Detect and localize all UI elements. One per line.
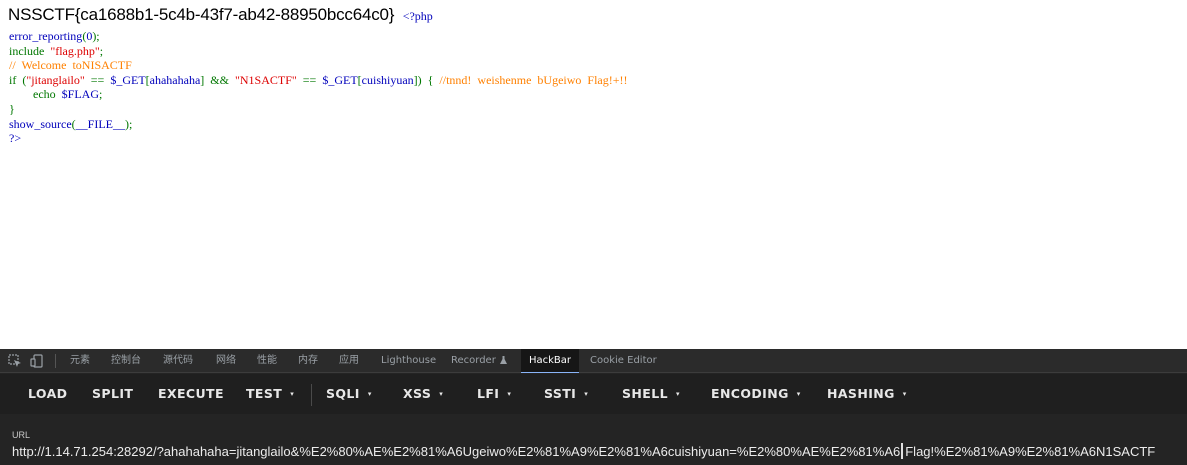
code-token: __FILE__ xyxy=(75,116,125,131)
chevron-down-icon: ▾ xyxy=(367,390,372,398)
chevron-down-icon: ▾ xyxy=(507,390,512,398)
test-menu[interactable]: TEST ▾ xyxy=(246,374,294,414)
tab-cookie-editor[interactable]: Cookie Editor xyxy=(590,349,657,373)
code-token: ?> xyxy=(9,131,22,146)
code-token: } xyxy=(9,101,15,116)
code-line: if ("jitanglailo" == $_GET[ahahahaha] &&… xyxy=(9,73,627,88)
flag-line: NSSCTF{ca1688b1-5c4b-43f7-ab42-88950bcc6… xyxy=(8,5,433,25)
chevron-down-icon: ▾ xyxy=(584,390,589,398)
code-token: == xyxy=(84,72,111,87)
hackbar-toolbar: LOAD SPLIT EXECUTE TEST ▾ SQLI ▾ XSS ▾ LFI ▾… xyxy=(0,374,1187,414)
flag-output: NSSCTF{ca1688b1-5c4b-43f7-ab42-88950bcc6… xyxy=(8,5,395,24)
execute-button[interactable]: EXECUTE xyxy=(158,374,224,414)
code-token: include xyxy=(9,43,51,58)
split-button[interactable]: SPLIT xyxy=(92,374,133,414)
load-button-label: LOAD xyxy=(28,386,68,401)
code-token: //tnnd! weishenme bUgeiwo Flag!+!! xyxy=(439,72,628,87)
url-text-after-caret: Flag!%E2%81%A9%E2%81%A6N1SACTF xyxy=(905,444,1156,459)
inspect-element-icon[interactable] xyxy=(8,354,22,368)
code-line: include "flag.php"; xyxy=(9,44,627,59)
sqli-menu-label: SQLI xyxy=(326,386,360,401)
code-token: ; xyxy=(99,43,104,58)
tab-sources[interactable]: 源代码 xyxy=(163,349,193,373)
chevron-down-icon: ▾ xyxy=(290,390,295,398)
tab-console[interactable]: 控制台 xyxy=(111,349,141,373)
toolbar-divider xyxy=(311,384,312,406)
url-input[interactable]: http://1.14.71.254:28292/?ahahahaha=jita… xyxy=(12,442,1182,462)
url-label: URL xyxy=(12,430,31,440)
code-token: error_reporting xyxy=(9,29,83,43)
ssti-menu[interactable]: SSTI ▾ xyxy=(544,374,588,414)
tab-recorder-label: Recorder xyxy=(451,355,496,366)
code-token: $_GET xyxy=(322,72,358,87)
code-token: ); xyxy=(92,29,100,43)
code-token: ); xyxy=(125,116,133,131)
code-token: cuishiyuan xyxy=(361,72,414,87)
code-token: // Welcome toNISACTF xyxy=(9,58,132,73)
highlighted-source-code: error_reporting(0); include "flag.php";//… xyxy=(9,29,627,146)
php-source-page: NSSCTF{ca1688b1-5c4b-43f7-ab42-88950bcc6… xyxy=(0,0,1187,349)
load-button[interactable]: LOAD xyxy=(28,374,67,414)
code-token: == xyxy=(296,72,323,87)
code-token: ahahahaha xyxy=(149,72,201,87)
code-line: ?> xyxy=(9,131,627,146)
code-token: $FLAG xyxy=(61,87,99,102)
chevron-down-icon: ▾ xyxy=(439,390,444,398)
ssti-menu-label: SSTI xyxy=(544,386,577,401)
device-toggle-icon[interactable] xyxy=(30,354,44,368)
test-menu-label: TEST xyxy=(246,386,283,401)
tab-recorder[interactable]: Recorder xyxy=(451,349,507,373)
lfi-menu[interactable]: LFI ▾ xyxy=(477,374,511,414)
encoding-menu[interactable]: ENCODING ▾ xyxy=(711,374,801,414)
code-line: } xyxy=(9,102,627,117)
tab-elements[interactable]: 元素 xyxy=(70,349,90,373)
tab-application[interactable]: 应用 xyxy=(339,349,359,373)
code-token: $_GET xyxy=(110,72,146,87)
code-token: if ( xyxy=(9,72,27,87)
code-line: error_reporting(0); xyxy=(9,29,627,44)
code-token: echo xyxy=(9,87,62,102)
url-section: URL http://1.14.71.254:28292/?ahahahaha=… xyxy=(0,414,1187,465)
chevron-down-icon: ▾ xyxy=(796,390,801,398)
tab-lighthouse[interactable]: Lighthouse xyxy=(381,349,436,373)
hashing-menu[interactable]: HASHING ▾ xyxy=(827,374,907,414)
chevron-down-icon: ▾ xyxy=(902,390,907,398)
code-token: ]) { xyxy=(413,72,440,87)
text-caret xyxy=(901,443,904,459)
tab-memory[interactable]: 内存 xyxy=(298,349,318,373)
code-token: "flag.php" xyxy=(50,43,100,58)
code-token: ; xyxy=(99,87,103,102)
tab-performance[interactable]: 性能 xyxy=(257,349,277,373)
code-token: show_source xyxy=(9,116,72,131)
devtools-panel: 元素 控制台 源代码 网络 性能 内存 应用 Lighthouse Record… xyxy=(0,349,1187,465)
shell-menu-label: SHELL xyxy=(622,386,668,401)
sqli-menu[interactable]: SQLI ▾ xyxy=(326,374,372,414)
code-token: "jitanglailo" xyxy=(26,72,85,87)
encoding-menu-label: ENCODING xyxy=(711,386,789,401)
tab-bar-divider xyxy=(55,354,56,368)
code-line: show_source(__FILE__); xyxy=(9,117,627,132)
recorder-icon xyxy=(499,350,507,364)
url-text-before-caret: http://1.14.71.254:28292/?ahahahaha=jita… xyxy=(12,444,901,459)
hashing-menu-label: HASHING xyxy=(827,386,895,401)
chevron-down-icon: ▾ xyxy=(675,390,680,398)
shell-menu[interactable]: SHELL ▾ xyxy=(622,374,680,414)
xss-menu[interactable]: XSS ▾ xyxy=(403,374,443,414)
code-token: "N1SACTF" xyxy=(234,72,297,87)
tab-hackbar[interactable]: HackBar xyxy=(521,349,580,373)
xss-menu-label: XSS xyxy=(403,386,432,401)
code-line: echo $FLAG; xyxy=(9,87,627,102)
execute-button-label: EXECUTE xyxy=(158,386,224,401)
lfi-menu-label: LFI xyxy=(477,386,500,401)
code-token: ] && xyxy=(200,72,235,87)
split-button-label: SPLIT xyxy=(92,386,134,401)
devtools-tab-bar: 元素 控制台 源代码 网络 性能 内存 应用 Lighthouse Record… xyxy=(0,349,1187,373)
code-line: // Welcome toNISACTF xyxy=(9,58,627,73)
tab-network[interactable]: 网络 xyxy=(216,349,236,373)
php-open-tag: <?php xyxy=(402,9,433,23)
